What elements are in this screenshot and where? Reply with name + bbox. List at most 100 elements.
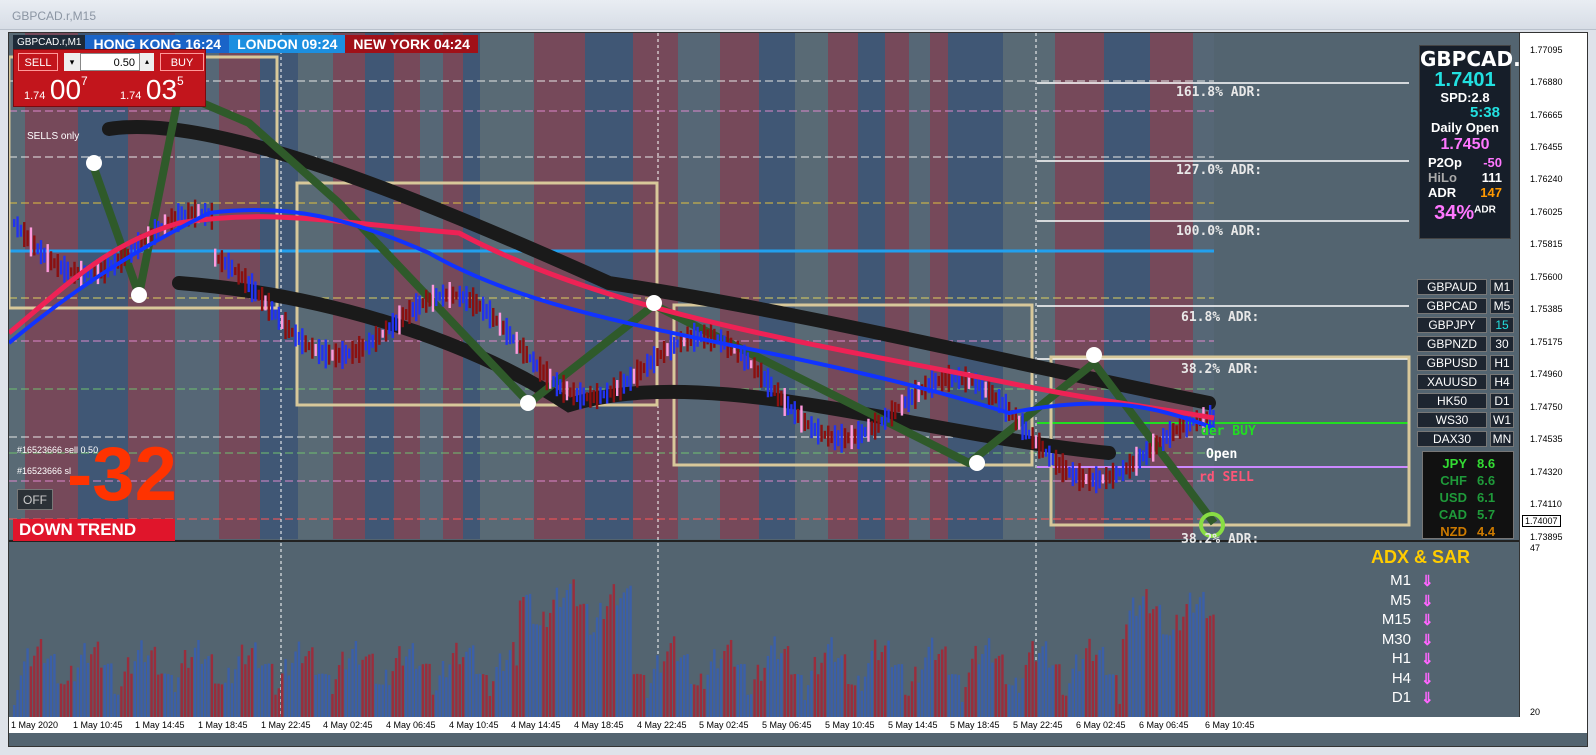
buy-price[interactable]: 1.74 035 [120,74,184,106]
indicator-bar [1014,677,1018,717]
indicator-bar [1155,606,1158,717]
timeframe-button-d1[interactable]: D1 [1490,393,1514,409]
candle [431,284,435,312]
indicator-bar [284,659,287,717]
time-axis[interactable]: 1 May 2020 1 May 10:45 1 May 14:45 1 May… [9,717,1521,733]
candle [1105,467,1108,490]
candle [843,428,847,449]
indicator-bar [337,665,341,717]
indicator-bar [1081,659,1085,717]
symbol-row: GBPJPY 15 [1417,317,1514,333]
indicator-bar [1205,618,1208,717]
indicator-bar [930,637,934,717]
candle [662,340,666,363]
indicator-bar [317,673,321,717]
candle [123,246,126,266]
candle [445,288,448,302]
candle [485,303,488,319]
symbol-button-gbpusd[interactable]: GBPUSD [1417,355,1487,371]
indicator-bar [301,663,304,717]
indicator-bar [837,657,840,717]
candle [411,302,415,318]
indicator-bar [616,605,619,717]
symbol-button-gbpcad[interactable]: GBPCAD [1417,298,1487,314]
symbol-button-ws30[interactable]: WS30 [1417,412,1487,428]
buy-button[interactable]: BUY [160,53,204,71]
symbol-button-gbpjpy[interactable]: GBPJPY [1417,317,1487,333]
session-band [260,33,298,539]
price-axis[interactable]: 1.77095 1.76880 1.76665 1.76455 1.76240 … [1519,33,1587,733]
candle [1021,413,1024,441]
candle [351,340,354,364]
indicator-bar [1034,661,1038,717]
timeframe-button-m5[interactable]: M5 [1490,298,1514,314]
timeframe-button-h4[interactable]: H4 [1490,374,1514,390]
timeframe-button-w1[interactable]: W1 [1490,412,1514,428]
candle [224,256,227,270]
candle [458,285,461,307]
candle [214,248,217,267]
indicator-bar [297,641,301,717]
indicator-bar [374,683,378,717]
indicator-bar [599,602,602,717]
indicator-bar [177,677,180,717]
symbol-button-xauusd[interactable]: XAUUSD [1417,374,1487,390]
indicator-bar [59,683,63,717]
indicator-bar [1091,661,1095,717]
indicator-bar [595,617,599,717]
sell-button[interactable]: SELL [18,53,58,71]
candle [994,392,997,404]
indicator-bar [86,662,90,717]
indicator-bar [1085,648,1088,717]
indicator-bar [924,657,927,717]
indicator-bar [1044,641,1048,717]
timeframe-button-m30[interactable]: 30 [1490,336,1514,352]
timeframe-button-h1[interactable]: H1 [1490,355,1514,371]
symbol-button-dax30[interactable]: DAX30 [1417,431,1487,447]
indicator-bar [790,674,793,717]
candle [1018,415,1021,430]
indicator-bar [723,651,726,717]
candle [277,306,281,330]
indicator-bar [1101,646,1105,717]
off-toggle-button[interactable]: OFF [17,489,53,510]
indicator-bar [793,673,796,717]
indicator-bar [830,637,833,717]
timeframe-button-mn[interactable]: MN [1490,431,1514,447]
indicator-bar [907,695,910,717]
candle [16,216,19,238]
indicator-bar [528,593,532,717]
candle [418,295,421,315]
lot-size-input[interactable]: 0.50 [80,53,140,71]
candle [512,334,515,344]
indicator-bar [552,599,555,717]
indicator-bar [461,657,465,717]
indicator-bar [1058,664,1061,717]
indicator-bar [639,674,642,717]
price-chart[interactable]: GBPCAD.r,M1 HONG KONG 16:24 LONDON 09:24… [8,32,1588,747]
indicator-bar [1188,592,1192,717]
candle [515,331,518,354]
symbol-button-gbpnzd[interactable]: GBPNZD [1417,336,1487,352]
timeframe-button-m1[interactable]: M1 [1490,279,1514,295]
indicator-bar [291,662,294,717]
lot-increase-icon[interactable]: ▴ [140,53,154,71]
candle [817,418,820,445]
indicator-axis-bottom: 20 [1530,707,1541,717]
candle [250,273,254,303]
symbol-button-hk50[interactable]: HK50 [1417,393,1487,409]
indicator-bar [43,663,46,717]
lot-dropdown-icon[interactable]: ▾ [64,53,80,71]
symbol-button-gbpaud[interactable]: GBPAUD [1417,279,1487,295]
timeframe-button-m15[interactable]: 15 [1490,317,1514,333]
indicator-bar [1162,634,1165,717]
sell-price[interactable]: 1.74 007 [24,74,88,106]
indicator-bar [917,682,920,717]
indicator-bar [589,634,592,717]
indicator-bar [894,665,897,717]
candle [297,331,301,345]
time-tick: 1 May 18:45 [198,720,248,730]
indicator-bar [33,655,36,717]
candle [475,293,478,314]
candle [1128,453,1131,479]
